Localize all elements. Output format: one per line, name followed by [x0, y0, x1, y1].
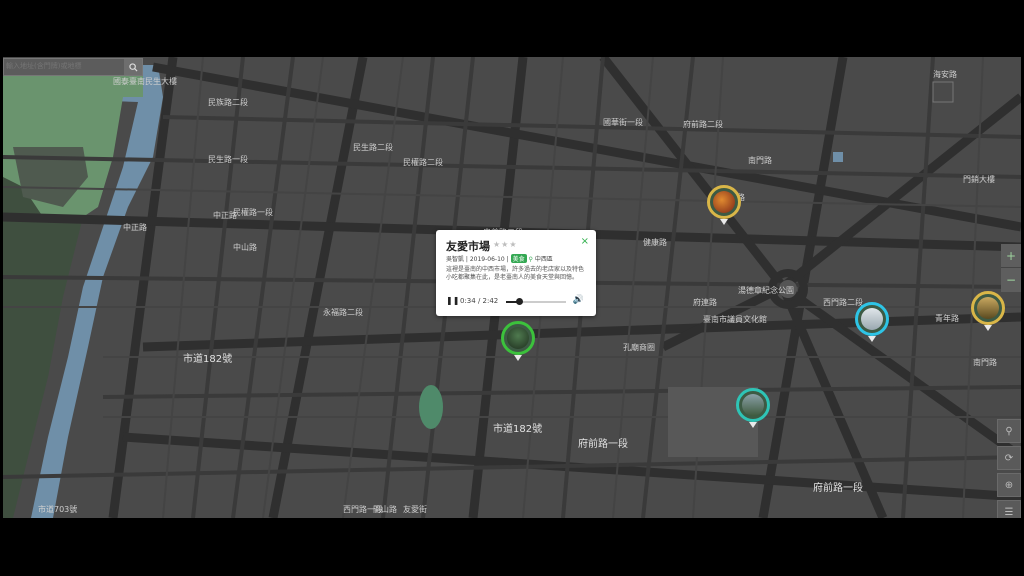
street-label: 南門路: [973, 358, 997, 367]
audio-time: 0:34 / 2:42: [460, 297, 499, 305]
place-meta: 吳智凱 | 2019-06-10 | 美食 ⚲ 中西區: [446, 254, 553, 263]
map-pin-youai-market[interactable]: [501, 321, 535, 361]
street-label: 永福路二段: [323, 308, 363, 317]
street-label: 孔廟商圈: [623, 343, 655, 352]
street-label: 青年路: [935, 314, 959, 323]
place-author: 吳智凱: [446, 256, 465, 263]
map-pin-museum[interactable]: [736, 388, 770, 428]
locate-button[interactable]: ⊕: [997, 473, 1021, 497]
street-view-button[interactable]: ⚲: [997, 419, 1021, 443]
street-label: 國華街一段: [603, 118, 643, 127]
street-label: 府前路二段: [683, 120, 723, 129]
search-icon: [128, 62, 138, 72]
rotate-button[interactable]: ⟳: [997, 446, 1021, 470]
address-search-box[interactable]: [3, 58, 143, 76]
pause-icon[interactable]: ❚❚: [446, 296, 459, 305]
pin-thumbnail: [713, 191, 735, 213]
street-label: 中正路: [123, 223, 147, 232]
close-icon[interactable]: ×: [581, 236, 589, 247]
address-search-input[interactable]: [6, 60, 118, 72]
zoom-controls: + −: [1001, 244, 1021, 292]
street-label: 府前路一段: [578, 439, 628, 450]
map-pin-temple[interactable]: [707, 185, 741, 225]
map-pin-shrine[interactable]: [971, 291, 1005, 331]
pin-thumbnail: [977, 297, 999, 319]
place-title: 友愛市場: [446, 240, 490, 253]
street-label: 市道182號: [183, 354, 233, 365]
street-label: 市道182號: [493, 424, 543, 435]
pin-thumbnail: [861, 308, 883, 330]
street-label: 開山路: [373, 505, 397, 514]
place-date: 2019-06-10: [469, 256, 505, 263]
street-label: 民生路一段: [208, 155, 248, 164]
place-info-popup[interactable]: 友愛市場 ★★★ × 吳智凱 | 2019-06-10 | 美食 ⚲ 中西區 這…: [436, 230, 596, 316]
rating-stars: ★★★: [493, 240, 518, 249]
pin-thumbnail: [742, 394, 764, 416]
map-viewport[interactable]: 國泰臺南民生大樓 民族路二段 民生路二段 民生路一段 民權路二段 民權路一段 中正路 中正路中…: [3, 57, 1021, 518]
audio-progress-slider[interactable]: [506, 298, 566, 305]
audio-progress-handle[interactable]: [515, 298, 523, 305]
street-label: 府前路一段: [813, 483, 863, 494]
street-label: 中正路: [213, 211, 237, 220]
street-label: 中山路: [233, 243, 257, 252]
street-label: 門銷大樓: [963, 175, 995, 184]
place-district: 中西區: [534, 256, 553, 263]
layers-button[interactable]: ☰: [997, 500, 1021, 518]
street-label: 西門路二段: [823, 298, 863, 307]
street-label: 民生路二段: [353, 143, 393, 152]
street-label: 民權路一段: [233, 208, 273, 217]
street-label: 健康路: [643, 238, 667, 247]
street-label: 民權路二段: [403, 158, 443, 167]
zoom-in-button[interactable]: +: [1001, 244, 1021, 267]
map-pin-landmark[interactable]: [855, 302, 889, 342]
pin-thumbnail: [507, 327, 529, 349]
street-label: 府連路: [693, 298, 717, 307]
street-label: 海安路: [933, 70, 957, 79]
street-label: 民族路二段: [208, 98, 248, 107]
street-label: 國泰臺南民生大樓: [113, 77, 177, 86]
street-label: 南門路: [748, 156, 772, 165]
street-label: 友愛街: [403, 505, 427, 514]
street-label: 臺南市議員文化館: [703, 315, 767, 324]
search-button[interactable]: [124, 59, 142, 75]
place-description: 這裡是臺南的中西市場，許多過去的老店家以及特色小吃都聚集在此，是老臺南人的美食天…: [446, 266, 585, 281]
zoom-out-button[interactable]: −: [1001, 267, 1021, 291]
category-tag[interactable]: 美食: [510, 254, 527, 263]
audio-player: ❚❚ 0:34 / 2:42 🔊: [446, 295, 590, 308]
street-label: 湯德章紀念公園: [738, 286, 794, 295]
street-label: 市道703號: [38, 505, 78, 514]
location-pin-icon: ⚲: [528, 256, 533, 263]
volume-icon[interactable]: 🔊: [573, 295, 584, 305]
